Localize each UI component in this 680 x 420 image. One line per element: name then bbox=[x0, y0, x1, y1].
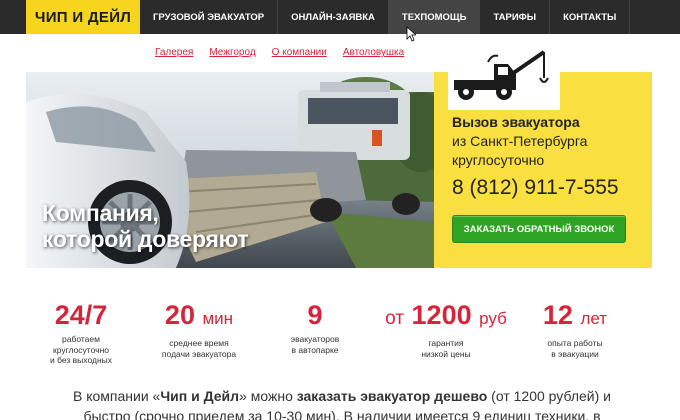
stat-label-line: в эвакуации bbox=[551, 348, 599, 359]
stat-value: 20 bbox=[164, 300, 195, 330]
stat-label-line: подачи эвакуатора bbox=[161, 348, 237, 359]
call-subtitle: из Санкт-Петербурга круглосуточно bbox=[452, 133, 588, 168]
stat-prefix: от bbox=[385, 308, 405, 329]
stat-label-line: работаем bbox=[62, 334, 100, 344]
link-gallery[interactable]: Галерея bbox=[155, 47, 193, 58]
stat-label-line: эвакуаторов bbox=[290, 334, 340, 344]
brand-name: Чип и Дейл bbox=[160, 388, 240, 404]
nav-item-tariffs[interactable]: ТАРИФЫ bbox=[480, 0, 551, 34]
stat-label-line: круглосуточно bbox=[53, 344, 109, 355]
stat-item: 12 лет опыта работы в эвакуации bbox=[520, 300, 630, 359]
stat-label-line: и без выходных bbox=[49, 355, 112, 365]
nav-item-online-request[interactable]: ОНЛАЙН-ЗАЯВКА bbox=[278, 0, 389, 34]
stat-unit: мин bbox=[202, 309, 234, 328]
link-autotrap[interactable]: Автоловушка bbox=[343, 47, 404, 58]
intro-highlight: заказать эвакуатор дешево bbox=[296, 388, 488, 404]
stat-unit: лет bbox=[580, 309, 608, 328]
stat-label-line: опыта работы bbox=[547, 338, 603, 348]
slogan-line-2: которой доверяют bbox=[42, 226, 249, 252]
hero-slogan: Компания, которой доверяют bbox=[42, 200, 249, 252]
stat-label-line: среднее время bbox=[169, 338, 229, 348]
stat-item: 9 эвакуаторов в автопарке bbox=[260, 300, 370, 355]
call-box: Вызов эвакуатора из Санкт-Петербурга кру… bbox=[434, 44, 652, 268]
link-intercity[interactable]: Межгород bbox=[209, 47, 255, 58]
stats-row: 24/7 работаем круглосуточно и без выходн… bbox=[26, 300, 652, 380]
stat-value: 9 bbox=[307, 300, 323, 330]
order-callback-button[interactable]: ЗАКАЗАТЬ ОБРАТНЫЙ ЗВОНОК bbox=[452, 215, 626, 243]
link-about-company[interactable]: О компании bbox=[272, 47, 327, 58]
stat-unit: руб bbox=[479, 309, 507, 328]
mouse-cursor-icon bbox=[406, 26, 416, 42]
call-title: Вызов эвакуатора bbox=[452, 114, 580, 130]
phone-number[interactable]: 8 (812) 911-7-555 bbox=[452, 176, 619, 200]
stat-item: 20 мин среднее время подачи эвакуатора bbox=[144, 300, 254, 359]
stat-value: 1200 bbox=[411, 300, 472, 330]
hero-banner-photo: Компания, которой доверяют bbox=[26, 72, 434, 268]
stat-value: 12 bbox=[542, 300, 573, 330]
stat-item: от 1200 руб гарантия низкой цены bbox=[376, 300, 516, 359]
stat-label-line: низкой цены bbox=[421, 348, 471, 359]
site-logo[interactable]: ЧИП И ДЕЙЛ bbox=[26, 0, 140, 34]
stat-label-line: гарантия bbox=[428, 338, 464, 348]
nav-item-truck-tow[interactable]: ГРУЗОВОЙ ЭВАКУАТОР bbox=[140, 0, 279, 34]
logo-text: ЧИП И ДЕЙЛ bbox=[34, 8, 132, 26]
nav-item-tech-help[interactable]: ТЕХПОМОЩЬ bbox=[388, 0, 481, 34]
stat-label-line: в автопарке bbox=[291, 344, 339, 355]
nav-item-contacts[interactable]: КОНТАКТЫ bbox=[550, 0, 631, 34]
intro-paragraph: В компании «Чип и Дейл» можно заказать э… bbox=[72, 388, 611, 420]
secondary-links: Галерея Межгород О компании Автоловушка bbox=[155, 47, 404, 58]
slogan-line-1: Компания, bbox=[42, 200, 159, 226]
top-navigation-bar: ЧИП И ДЕЙЛ ГРУЗОВОЙ ЭВАКУАТОР ОНЛАЙН-ЗАЯ… bbox=[0, 0, 680, 34]
stat-value: 24/7 bbox=[54, 300, 108, 330]
tow-truck-icon bbox=[448, 44, 560, 110]
stat-item: 24/7 работаем круглосуточно и без выходн… bbox=[26, 300, 136, 366]
main-menu: ГРУЗОВОЙ ЭВАКУАТОР ОНЛАЙН-ЗАЯВКА ТЕХПОМО… bbox=[140, 0, 631, 34]
